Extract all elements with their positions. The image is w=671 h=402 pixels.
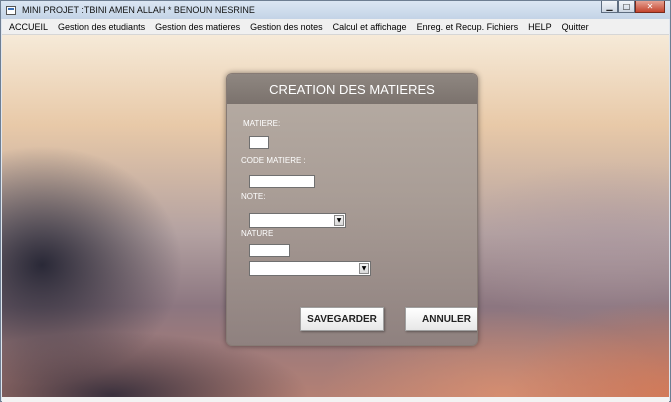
panel-header: CREATION DES MATIERES xyxy=(227,74,477,104)
note-label: NOTE: xyxy=(241,192,266,201)
matiere-label: MATIERE: xyxy=(243,119,281,128)
matiere-input[interactable] xyxy=(249,136,269,149)
code-matiere-label: CODE MATIERE : xyxy=(241,156,306,165)
creation-matieres-panel: CREATION DES MATIERES MATIERE: CODE MATI… xyxy=(226,73,478,346)
chevron-down-icon[interactable]: ▼ xyxy=(334,215,344,226)
background-area: CREATION DES MATIERES MATIERE: CODE MATI… xyxy=(2,35,669,397)
nature-select[interactable]: ▼ xyxy=(249,261,371,276)
menu-enreg-recup-fichiers[interactable]: Enreg. et Recup. Fichiers xyxy=(412,19,524,35)
window-title: MINI PROJET :TBINI AMEN ALLAH * BENOUN N… xyxy=(22,5,255,15)
nature-label: NATURE xyxy=(241,229,274,238)
note-select[interactable]: ▼ xyxy=(249,213,346,228)
app-window: MINI PROJET :TBINI AMEN ALLAH * BENOUN N… xyxy=(0,0,671,402)
save-button[interactable]: SAVEGARDER xyxy=(300,307,384,331)
nature-input[interactable] xyxy=(249,244,290,257)
maximize-button[interactable]: □ xyxy=(618,1,635,13)
menu-gestion-etudiants[interactable]: Gestion des etudiants xyxy=(53,19,150,35)
title-bar: MINI PROJET :TBINI AMEN ALLAH * BENOUN N… xyxy=(1,1,670,19)
menu-gestion-matieres[interactable]: Gestion des matieres xyxy=(150,19,245,35)
app-icon xyxy=(6,5,16,15)
code-matiere-input[interactable] xyxy=(249,175,315,188)
panel-title: CREATION DES MATIERES xyxy=(269,81,435,97)
cancel-button[interactable]: ANNULER xyxy=(405,307,477,331)
close-button[interactable]: ✕ xyxy=(635,1,665,13)
menu-quitter[interactable]: Quitter xyxy=(557,19,594,35)
menu-calcul-affichage[interactable]: Calcul et affichage xyxy=(328,19,412,35)
menu-help[interactable]: HELP xyxy=(523,19,557,35)
menu-gestion-notes[interactable]: Gestion des notes xyxy=(245,19,328,35)
menu-bar: ACCUEIL Gestion des etudiants Gestion de… xyxy=(2,19,669,35)
bottom-strip xyxy=(2,397,669,402)
menu-accueil[interactable]: ACCUEIL xyxy=(2,19,53,35)
minimize-button[interactable]: ▁ xyxy=(601,1,618,13)
chevron-down-icon[interactable]: ▼ xyxy=(359,263,369,274)
window-controls: ▁ □ ✕ xyxy=(601,1,665,13)
